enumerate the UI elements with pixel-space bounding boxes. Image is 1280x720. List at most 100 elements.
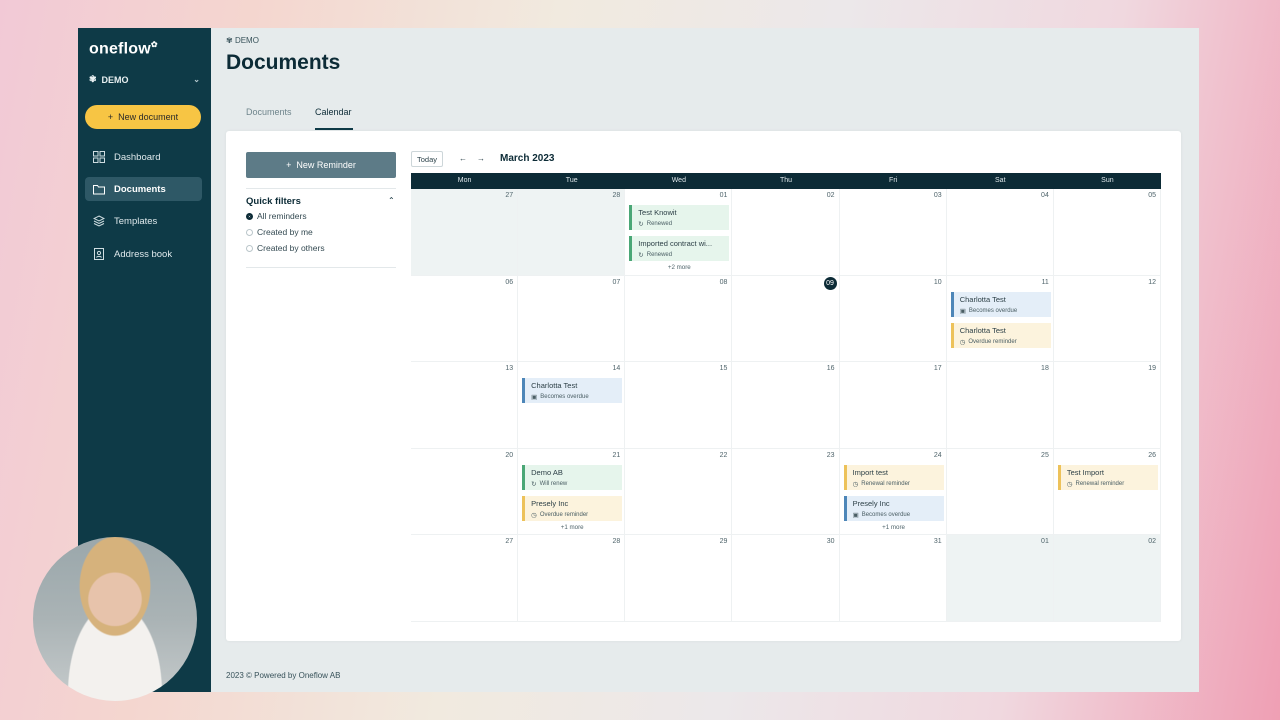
day-number: 02	[826, 192, 835, 199]
oneflow-logo[interactable]: oneflow✿	[89, 40, 158, 58]
day-number: 27	[505, 192, 514, 199]
sidebar-item-address-book[interactable]: Address book	[85, 242, 202, 266]
calendar-event[interactable]: Demo AB ↻ Will renew	[522, 464, 623, 490]
day-cell[interactable]: 28	[518, 189, 626, 276]
calendar-event[interactable]: Test Knowit ↻ Renewed	[629, 205, 730, 230]
day-cell[interactable]: 01 Test Knowit ↻ Renewed Imported contrac…	[625, 189, 733, 276]
more-events-link[interactable]: +1 more	[522, 524, 622, 531]
day-number: 08	[719, 278, 728, 286]
divider	[246, 267, 396, 268]
arrow-right-icon[interactable]: →	[477, 154, 485, 163]
calendar-event[interactable]: Imported contract wi... ↻ Renewed	[629, 236, 730, 261]
sidebar-item-documents[interactable]: Documents	[85, 177, 202, 201]
more-events-link[interactable]: +2 more	[629, 264, 729, 271]
calendar-icon: ▣	[852, 511, 859, 519]
quick-filters-heading[interactable]: Quick filters	[246, 196, 301, 207]
new-document-button[interactable]: + New document	[85, 105, 201, 129]
day-cell[interactable]: 31	[839, 535, 947, 622]
day-cell[interactable]: 22	[625, 448, 733, 535]
day-cell[interactable]: 23	[732, 448, 840, 535]
day-number: 01	[719, 192, 728, 199]
day-cell[interactable]: 25	[946, 448, 1054, 535]
day-cell[interactable]: 14 Charlotta Test ▣ Becomes overdue	[518, 362, 626, 449]
day-cell[interactable]: 30	[732, 535, 840, 622]
day-number: 01	[1041, 538, 1049, 545]
grid-icon	[93, 151, 105, 163]
day-cell[interactable]: 29	[625, 535, 733, 622]
day-cell[interactable]: 17	[839, 362, 947, 449]
day-cell[interactable]: 03	[839, 189, 947, 276]
sidebar-item-dashboard[interactable]: Dashboard	[85, 145, 202, 169]
calendar-event[interactable]: Presely Inc ▣ Becomes overdue	[843, 495, 944, 521]
calendar-event[interactable]: Test Import ◷ Renewal reminder	[1057, 464, 1158, 490]
day-cell[interactable]: 13	[411, 362, 519, 449]
filter-created-by-me[interactable]: Created by me	[246, 227, 313, 237]
day-cell[interactable]: 12	[1053, 275, 1161, 362]
day-number: 23	[826, 451, 835, 459]
workspace-switcher[interactable]: ✾ DEMO ⌄	[89, 74, 200, 85]
day-cell[interactable]: 24 Import test ◷ Renewal reminder Presely…	[839, 448, 947, 535]
day-cell[interactable]: 10	[839, 275, 947, 362]
calendar-event[interactable]: Charlotta Test ▣ Becomes overdue	[522, 378, 623, 403]
day-cell[interactable]: 06	[411, 275, 519, 362]
day-cell[interactable]: 18	[946, 362, 1054, 449]
day-cell[interactable]: 02	[732, 189, 840, 276]
day-cell[interactable]: 16	[732, 362, 840, 449]
calendar-event[interactable]: Charlotta Test ◷ Overdue reminder	[950, 322, 1051, 348]
day-number: 30	[826, 538, 835, 545]
day-cell[interactable]: 11 Charlotta Test ▣ Becomes overdue Charl…	[946, 275, 1054, 362]
tab-calendar[interactable]: Calendar	[315, 107, 352, 117]
day-cell[interactable]: 21 Demo AB ↻ Will renew Presely Inc ◷ Over…	[518, 448, 626, 535]
breadcrumb[interactable]: ✾ DEMO	[226, 36, 259, 45]
calendar-grid: Mon Tue Wed Thu Fri Sat Sun 27 28 01 Tes…	[411, 173, 1161, 622]
filter-created-by-others[interactable]: Created by others	[246, 243, 325, 253]
day-number: 29	[719, 538, 728, 545]
day-number: 26	[1148, 451, 1156, 459]
day-number: 18	[1041, 365, 1049, 372]
calendar-event[interactable]: Presely Inc ◷ Overdue reminder	[522, 495, 623, 521]
day-cell[interactable]: 01	[946, 535, 1054, 622]
day-number: 28	[612, 192, 621, 199]
day-number: 07	[612, 278, 621, 286]
day-cell[interactable]: 02	[1053, 535, 1161, 622]
day-cell[interactable]: 28	[518, 535, 626, 622]
weekday-header: Mon Tue Wed Thu Fri Sat Sun	[411, 173, 1161, 189]
day-cell[interactable]: 27	[411, 535, 519, 622]
weekday-label: Thu	[779, 177, 793, 184]
radio-icon[interactable]	[246, 228, 253, 236]
day-cell[interactable]: 19	[1053, 362, 1161, 449]
weekday-label: Sun	[1101, 177, 1114, 184]
refresh-icon: ↻	[531, 480, 537, 488]
folder-icon	[93, 183, 105, 195]
weekday-label: Fri	[889, 177, 898, 184]
more-events-link[interactable]: +1 more	[844, 524, 944, 531]
chevron-up-icon[interactable]: ⌃	[388, 196, 395, 205]
today-button[interactable]: Today	[411, 151, 443, 167]
tab-documents[interactable]: Documents	[246, 107, 292, 117]
day-cell[interactable]: 04	[946, 189, 1054, 276]
radio-selected-icon[interactable]	[246, 212, 253, 220]
day-cell[interactable]: 27	[411, 189, 519, 276]
day-number: 19	[1148, 365, 1156, 372]
day-cell[interactable]: 08	[625, 275, 733, 362]
day-cell[interactable]: 26 Test Import ◷ Renewal reminder	[1053, 448, 1161, 535]
clock-icon: ◷	[852, 480, 859, 488]
calendar-event[interactable]: Import test ◷ Renewal reminder	[843, 464, 944, 490]
day-cell[interactable]: 09	[732, 275, 840, 362]
day-cell[interactable]: 07	[518, 275, 626, 362]
new-reminder-button[interactable]: + New Reminder	[246, 152, 396, 178]
today-day-number: 09	[823, 276, 837, 290]
sidebar-item-templates[interactable]: Templates	[85, 209, 202, 233]
day-cell[interactable]: 05	[1053, 189, 1161, 276]
day-number: 28	[612, 538, 621, 545]
filter-all-reminders[interactable]: All reminders	[246, 211, 307, 221]
day-cell[interactable]: 15	[625, 362, 733, 449]
arrow-left-icon[interactable]: ←	[459, 154, 467, 163]
radio-icon[interactable]	[246, 244, 253, 252]
day-number: 13	[505, 365, 514, 372]
day-cell[interactable]: 20	[411, 448, 519, 535]
day-number: 06	[505, 278, 514, 286]
weekday-label: Mon	[457, 177, 472, 184]
day-number: 17	[933, 365, 942, 372]
calendar-event[interactable]: Charlotta Test ▣ Becomes overdue	[950, 291, 1051, 317]
